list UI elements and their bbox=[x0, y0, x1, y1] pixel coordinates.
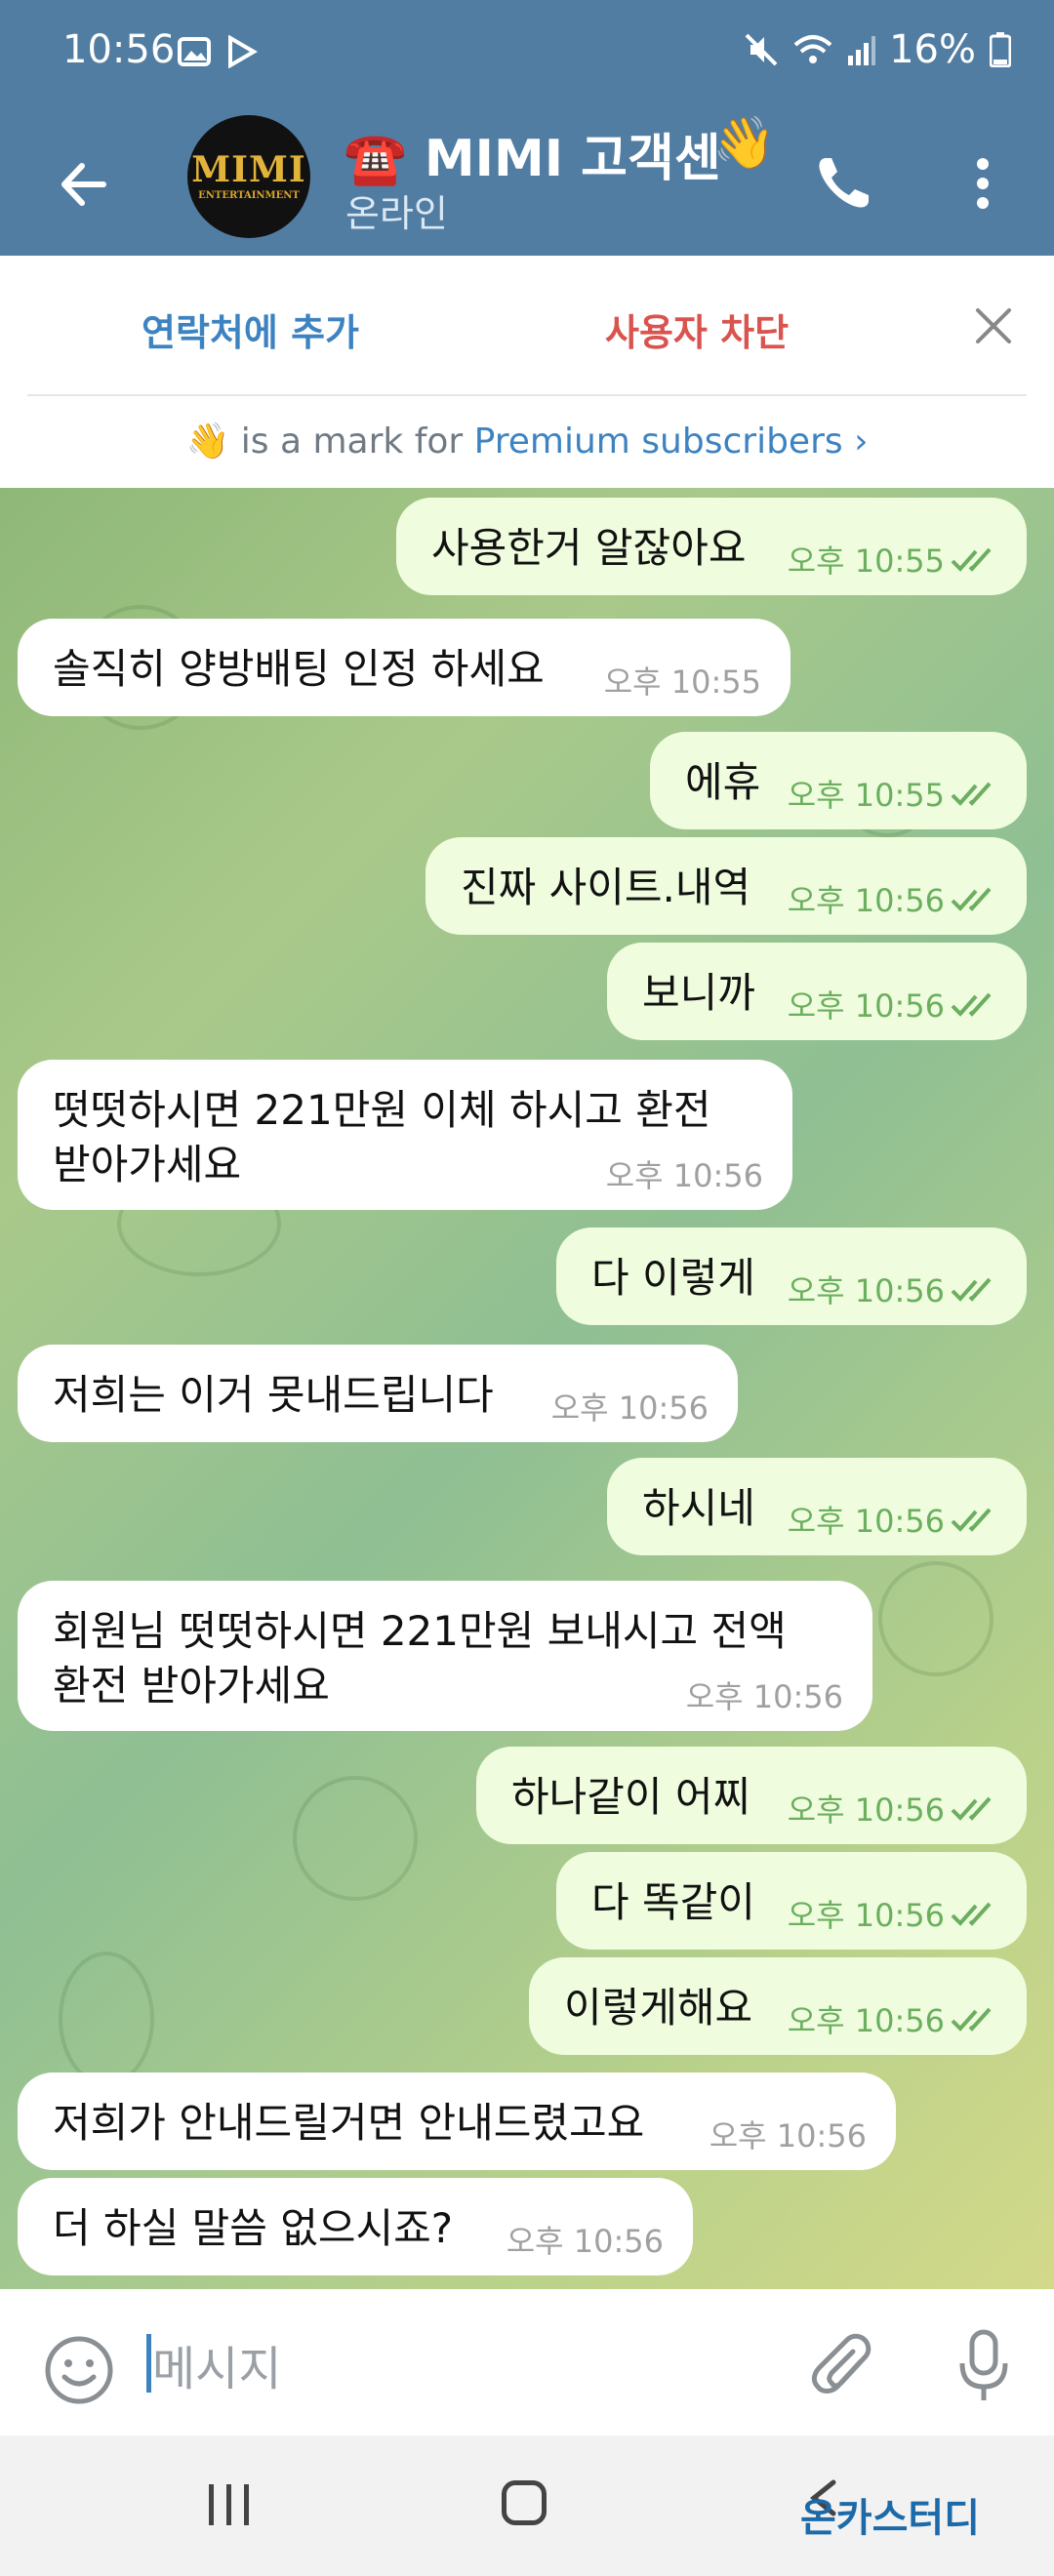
phone-icon[interactable] bbox=[812, 152, 874, 215]
back-arrow-icon[interactable] bbox=[51, 150, 119, 219]
chat-header: MIMI ENTERTAINMENT ☎️ MIMI 고객센 👋 온라인 bbox=[0, 113, 1054, 256]
battery-percent: 16% bbox=[889, 27, 976, 72]
message-time: 오후 10:56 bbox=[787, 987, 945, 1025]
premium-emoji-status: 👋 bbox=[712, 114, 776, 173]
message-text: 떳떳하시면 221만원 이체 하시고 환전 bbox=[53, 1086, 711, 1134]
chat-area[interactable]: 사용한거 알잖아요 오후 10:55 솔직히 양방배팅 인정 하세요 오후 10… bbox=[0, 488, 1054, 2289]
message-incoming[interactable]: 솔직히 양방배팅 인정 하세요 오후 10:55 bbox=[18, 619, 790, 716]
message-outgoing[interactable]: 이렇게해요 오후 10:56 bbox=[529, 1957, 1027, 2055]
message-time: 오후 10:56 bbox=[709, 2117, 867, 2154]
message-time: 오후 10:56 bbox=[506, 2223, 664, 2260]
gallery-icon bbox=[178, 37, 211, 66]
battery-icon bbox=[990, 32, 1011, 67]
message-time: 오후 10:56 bbox=[550, 1389, 709, 1427]
play-store-icon bbox=[228, 35, 258, 68]
message-meta: 오후 10:56 bbox=[788, 876, 997, 921]
message-outgoing[interactable]: 하나같이 어찌 오후 10:56 bbox=[476, 1747, 1027, 1844]
message-input[interactable]: 메시지 bbox=[152, 2330, 281, 2398]
message-outgoing[interactable]: 다 똑같이 오후 10:56 bbox=[556, 1852, 1027, 1950]
status-time: 10:56 bbox=[62, 27, 176, 72]
message-time: 오후 10:56 bbox=[787, 1897, 945, 1934]
message-time: 오후 10:56 bbox=[605, 1157, 763, 1194]
message-meta: 오후 10:56 bbox=[788, 1891, 997, 1936]
message-meta: 오후 10:55 bbox=[788, 771, 997, 816]
microphone-icon[interactable] bbox=[956, 2328, 1011, 2406]
message-outgoing[interactable]: 사용한거 알잖아요 오후 10:55 bbox=[396, 498, 1027, 595]
message-incoming[interactable]: 더 하실 말씀 없으시죠? 오후 10:56 bbox=[18, 2178, 693, 2275]
wallpaper-doodle bbox=[59, 1952, 154, 2086]
message-outgoing[interactable]: 하시네 오후 10:56 bbox=[607, 1458, 1027, 1555]
message-meta: 오후 10:56 bbox=[788, 1996, 997, 2041]
message-time: 오후 10:55 bbox=[787, 777, 945, 814]
avatar-logo: MIMI ENTERTAINMENT bbox=[191, 149, 306, 201]
message-meta: 오후 10:56 bbox=[788, 1267, 997, 1311]
emoji-icon[interactable] bbox=[43, 2334, 115, 2406]
online-status: 온라인 bbox=[345, 192, 448, 235]
message-meta: 오후 10:56 bbox=[788, 1786, 997, 1831]
message-incoming[interactable]: 저희는 이거 못내드립니다 오후 10:56 bbox=[18, 1345, 738, 1442]
signal-icon bbox=[848, 36, 876, 65]
home-button[interactable] bbox=[502, 2480, 547, 2525]
double-check-icon bbox=[951, 1796, 992, 1821]
double-check-icon bbox=[951, 1508, 992, 1532]
text-cursor bbox=[146, 2334, 151, 2393]
premium-emoji: 👋 bbox=[185, 422, 230, 462]
message-time: 오후 10:55 bbox=[787, 543, 945, 580]
message-meta: 오후 10:56 bbox=[788, 982, 997, 1026]
message-time: 오후 10:56 bbox=[787, 1503, 945, 1540]
contact-action-bar: 연락처에 추가 사용자 차단 bbox=[0, 256, 1054, 394]
double-check-icon bbox=[951, 782, 992, 806]
premium-notice[interactable]: 👋 is a mark for Premium subscribers › bbox=[0, 396, 1054, 488]
system-nav-bar: 온카스터디 bbox=[0, 2435, 1054, 2576]
message-time: 오후 10:56 bbox=[685, 1678, 843, 1715]
double-check-icon bbox=[951, 1902, 992, 1926]
double-check-icon bbox=[951, 2007, 992, 2032]
wallpaper-doodle bbox=[878, 1561, 993, 1676]
message-incoming[interactable]: 저희가 안내드릴거면 안내드렸고요 오후 10:56 bbox=[18, 2073, 896, 2170]
add-contact-button[interactable]: 연락처에 추가 bbox=[142, 302, 359, 356]
message-meta: 오후 10:56 bbox=[788, 1497, 997, 1542]
watermark: 온카스터디 bbox=[800, 2496, 980, 2541]
double-check-icon bbox=[951, 992, 992, 1017]
message-outgoing[interactable]: 진짜 사이트.내역 오후 10:56 bbox=[426, 837, 1027, 935]
wifi-icon bbox=[793, 35, 832, 63]
message-time: 오후 10:55 bbox=[603, 664, 761, 701]
more-vert-icon[interactable] bbox=[968, 152, 997, 215]
avatar-logo-subtext: ENTERTAINMENT bbox=[198, 190, 300, 201]
message-meta: 오후 10:55 bbox=[788, 537, 997, 582]
message-outgoing[interactable]: 에휴 오후 10:55 bbox=[650, 732, 1027, 829]
message-time: 오후 10:56 bbox=[787, 1272, 945, 1309]
status-bar: 10:56 16% bbox=[0, 0, 1054, 113]
attach-icon[interactable] bbox=[810, 2332, 878, 2406]
wallpaper-doodle bbox=[293, 1776, 418, 1901]
message-incoming[interactable]: 회원님 떳떳하시면 221만원 보내시고 전액 환전 받아가세요 오후 10:5… bbox=[18, 1581, 872, 1731]
message-text: 회원님 떳떳하시면 221만원 보내시고 전액 bbox=[53, 1607, 787, 1655]
double-check-icon bbox=[951, 547, 992, 572]
close-icon[interactable] bbox=[972, 304, 1015, 347]
block-user-button[interactable]: 사용자 차단 bbox=[605, 302, 789, 356]
chat-title[interactable]: ☎️ MIMI 고객센 bbox=[344, 117, 721, 190]
mute-icon bbox=[745, 33, 778, 66]
notification-icons bbox=[178, 35, 258, 68]
status-right: 16% bbox=[743, 27, 1011, 72]
message-outgoing[interactable]: 다 이렇게 오후 10:56 bbox=[556, 1228, 1027, 1325]
avatar[interactable]: MIMI ENTERTAINMENT bbox=[187, 115, 310, 238]
message-time: 오후 10:56 bbox=[787, 1791, 945, 1829]
message-time: 오후 10:56 bbox=[787, 2002, 945, 2039]
message-outgoing[interactable]: 보니까 오후 10:56 bbox=[607, 943, 1027, 1040]
premium-link[interactable]: Premium subscribers › bbox=[474, 422, 869, 462]
double-check-icon bbox=[951, 887, 992, 911]
message-time: 오후 10:56 bbox=[787, 882, 945, 919]
premium-text: is a mark for bbox=[229, 422, 474, 462]
message-input-bar: 메시지 bbox=[0, 2289, 1054, 2435]
message-incoming[interactable]: 떳떳하시면 221만원 이체 하시고 환전 받아가세요 오후 10:56 bbox=[18, 1060, 792, 1210]
recent-apps-icon[interactable] bbox=[205, 2482, 254, 2527]
double-check-icon bbox=[951, 1277, 992, 1302]
